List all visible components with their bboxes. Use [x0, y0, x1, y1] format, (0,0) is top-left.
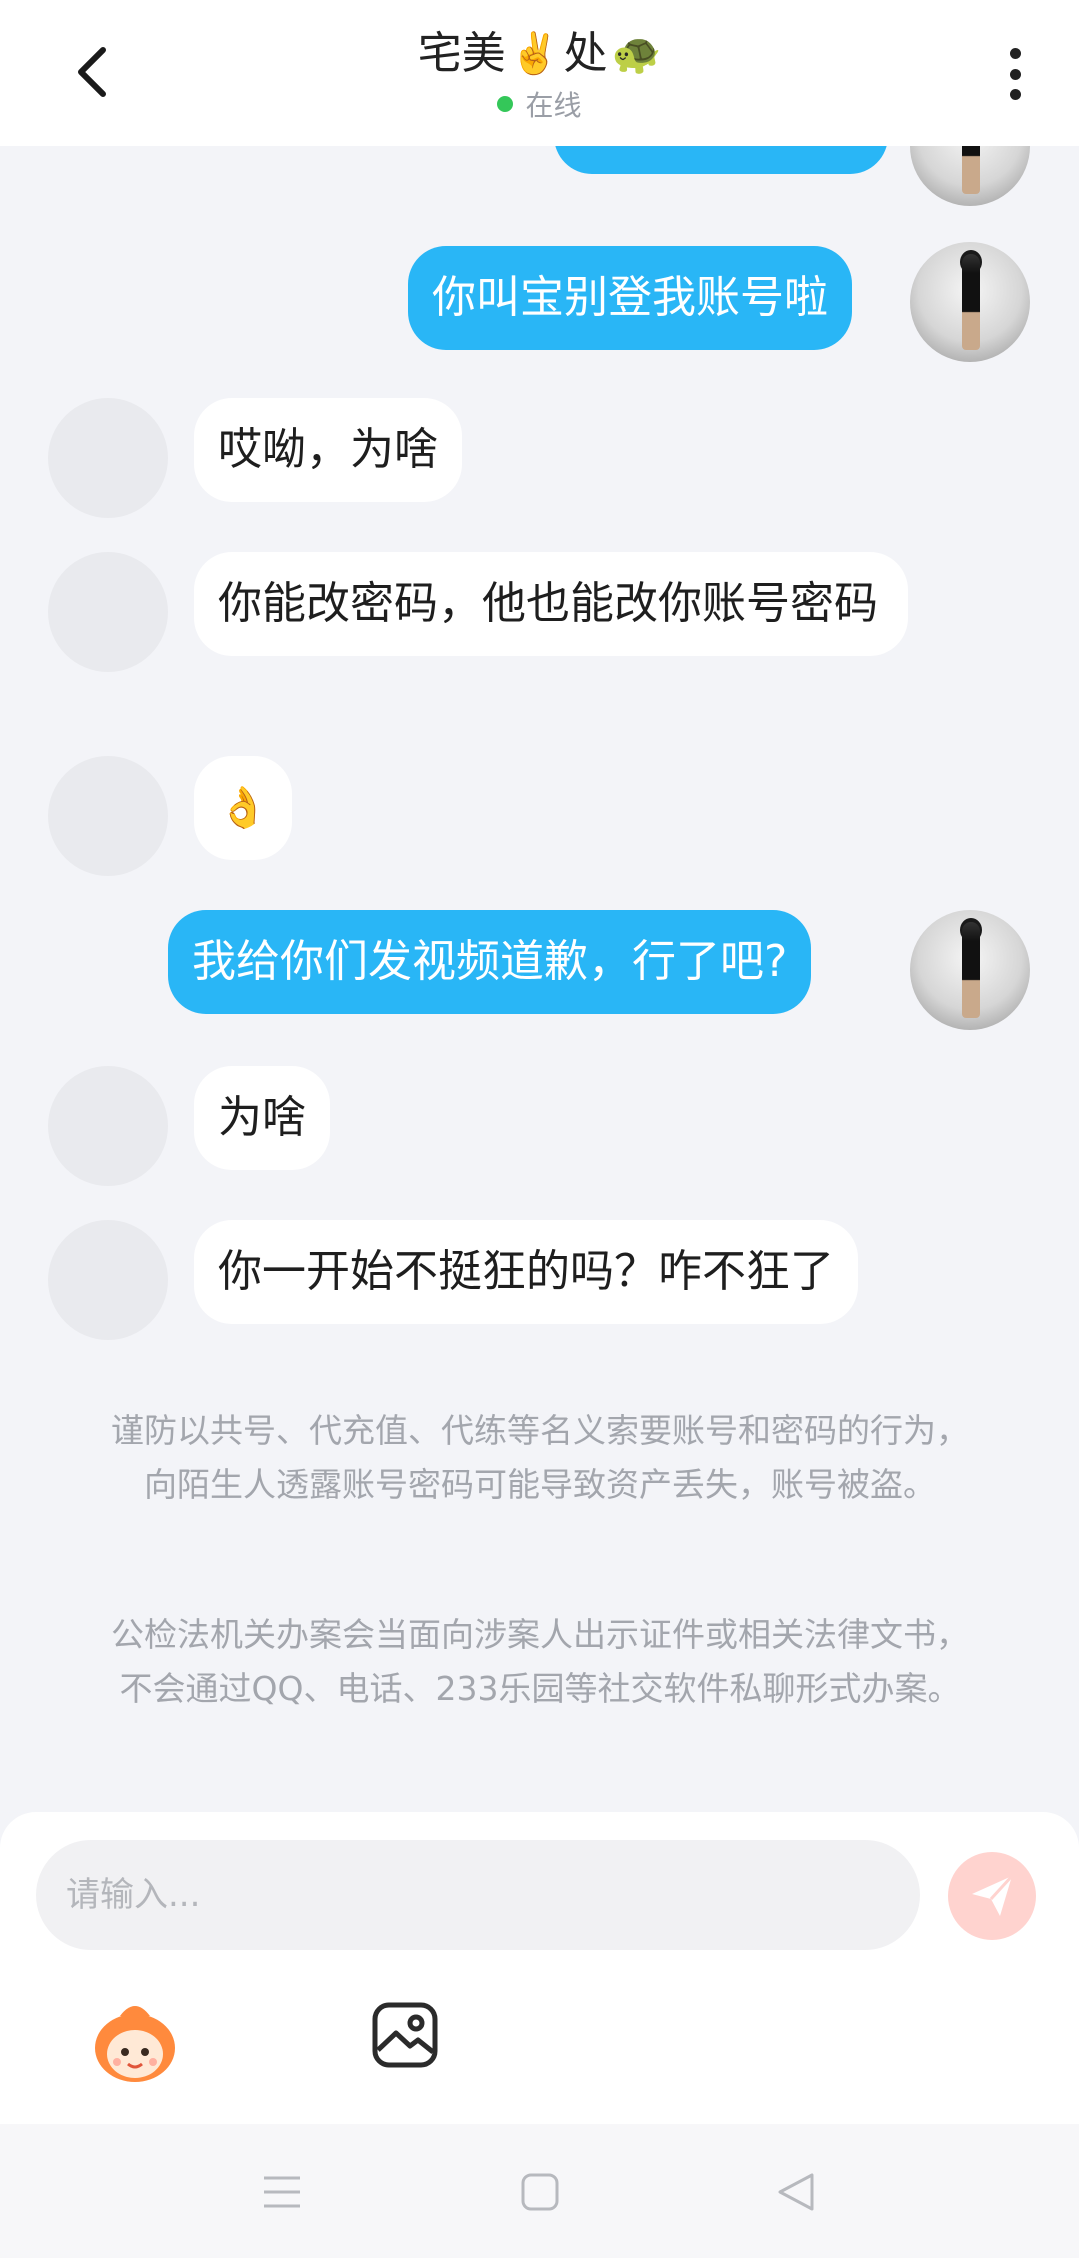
victory-hand-emoji: ✌️ [509, 31, 560, 77]
contact-name: 宅美 [417, 28, 506, 79]
chat-title: 宅美 ✌️ 处 🐢 在线 [0, 24, 1079, 124]
message-bubble-received[interactable]: 你能改密码，他也能改你账号密码 [194, 552, 908, 656]
emoji-mascot-button[interactable] [90, 1996, 180, 2086]
message-bubble-received[interactable]: 哎呦，为啥 [194, 398, 462, 502]
message-bubble-sent[interactable]: 我给你们发视频道歉，行了吧? [168, 910, 812, 1014]
more-dot-icon [1009, 48, 1021, 59]
message-input[interactable] [36, 1840, 920, 1950]
turtle-emoji: 🐢 [611, 31, 662, 77]
online-status: 在线 [0, 84, 1079, 124]
more-options-button[interactable] [995, 44, 1035, 104]
home-square-icon [521, 2173, 559, 2211]
more-dot-icon [1009, 68, 1021, 80]
contact-avatar[interactable] [48, 756, 168, 876]
message-bubble-received[interactable]: 👌 [194, 756, 292, 860]
message-bubble-sent[interactable]: 你叫宝别登我账号啦 [408, 246, 852, 350]
online-dot-icon [497, 96, 514, 112]
message-bubble-received[interactable]: 为啥 [194, 1066, 330, 1170]
status-text: 在线 [525, 89, 582, 122]
message-bubble-received[interactable]: 你一开始不挺狂的吗？咋不狂了 [194, 1220, 858, 1324]
security-notice: 谨防以共号、代充值、代练等名义索要账号和密码的行为，向陌生人透露账号密码可能导致… [111, 1411, 969, 1504]
system-nav-bar [0, 2124, 1079, 2258]
my-avatar[interactable] [910, 910, 1030, 1030]
contact-avatar[interactable] [48, 1066, 168, 1186]
input-panel [0, 1812, 1079, 2124]
contact-name-suffix: 处 [563, 28, 608, 79]
send-icon [972, 1874, 1014, 1916]
menu-icon [264, 2176, 300, 2208]
image-picker-button[interactable] [370, 2000, 440, 2070]
contact-avatar[interactable] [48, 1220, 168, 1340]
send-button[interactable] [948, 1852, 1036, 1940]
my-avatar[interactable] [910, 242, 1030, 362]
contact-avatar[interactable] [48, 552, 168, 672]
chat-header: 宅美 ✌️ 处 🐢 在线 [0, 0, 1079, 146]
nav-home-button[interactable] [516, 2170, 564, 2214]
back-triangle-icon [778, 2173, 814, 2211]
contact-avatar[interactable] [48, 398, 168, 518]
nav-back-button[interactable] [772, 2170, 820, 2214]
security-notice: 公检法机关办案会当面向涉案人出示证件或相关法律文书，不会通过QQ、电话、233乐… [111, 1615, 969, 1708]
nav-menu-button[interactable] [258, 2170, 306, 2214]
mascot-icon [95, 2006, 175, 2082]
more-dot-icon [1009, 89, 1021, 100]
message-list[interactable]: 你叫宝别登我账号啦 哎呦，为啥 你能改密码，他也能改你账号密码 👌 我给你们发视… [0, 0, 1079, 1812]
image-icon [372, 2002, 438, 2068]
